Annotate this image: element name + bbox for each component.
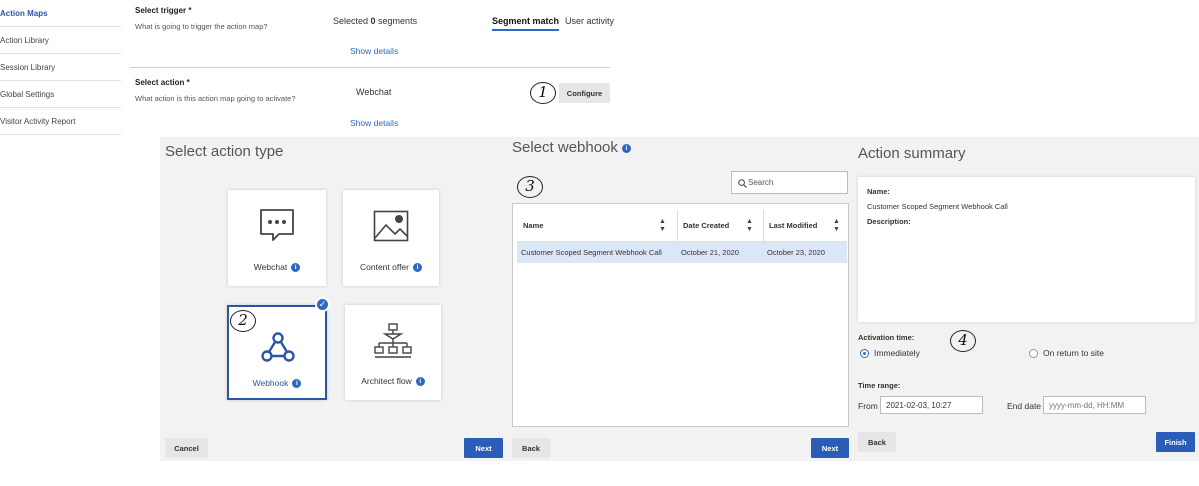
divider [130, 67, 610, 68]
cancel-button[interactable]: Cancel [165, 438, 208, 458]
summary-title: Action summary [858, 145, 966, 162]
summary-back-button[interactable]: Back [858, 432, 896, 452]
sidebar-item-global-settings[interactable]: Global Settings [0, 81, 121, 108]
webhook-table: Name ▲ ▼ Date Created ▲ ▼ Last Modified ▲ ▼… [512, 203, 849, 427]
step-marker-2: 2 [230, 310, 256, 332]
trigger-label: Select trigger * [135, 6, 192, 15]
webhook-title-text: Select webhook [512, 139, 618, 156]
activation-time-label: Activation time: [858, 333, 915, 342]
action-type-next-button[interactable]: Next [464, 438, 503, 458]
selected-prefix: Selected [333, 16, 371, 26]
architect-flow-text: Architect flow [361, 376, 412, 386]
webhook-text: Webhook [252, 378, 289, 388]
info-icon[interactable]: i [621, 143, 631, 153]
webchat-card[interactable]: Webchat i [228, 190, 326, 286]
trigger-description: What is going to trigger the action map? [135, 22, 268, 31]
action-type-title: Select action type [165, 143, 284, 160]
from-label: From [858, 401, 878, 411]
webchat-card-label: Webchat i [228, 262, 326, 273]
webhook-card-label: Webhook i [229, 378, 325, 389]
radio-on-return[interactable] [1029, 349, 1038, 358]
step-marker-3: 3 [517, 176, 543, 198]
radio-immediately-label: Immediately [874, 348, 920, 358]
sort-icon[interactable]: ▲ ▼ [746, 218, 753, 234]
selected-segments: Selected 0 segments [333, 16, 417, 26]
architect-flow-card-label: Architect flow i [345, 376, 441, 387]
column-header-name[interactable]: Name [517, 210, 677, 242]
webhook-icon [261, 332, 295, 362]
action-show-details-link[interactable]: Show details [350, 118, 398, 128]
table-header: Name ▲ ▼ Date Created ▲ ▼ Last Modified ▲ ▼ [517, 210, 847, 242]
content-offer-card-label: Content offer i [343, 262, 439, 273]
selected-check-icon: ✓ [315, 297, 330, 312]
info-icon[interactable]: i [413, 263, 422, 273]
architect-flow-card[interactable]: Architect flow i [345, 305, 441, 400]
radio-on-return-label: On return to site [1043, 348, 1104, 358]
action-label: Select action * [135, 78, 190, 87]
summary-name-label: Name: [867, 187, 890, 196]
content-offer-card[interactable]: Content offer i [343, 190, 439, 286]
trigger-show-details-link[interactable]: Show details [350, 46, 398, 56]
action-type-panel [160, 137, 509, 461]
step-marker-1: 1 [530, 82, 556, 104]
sidebar-item-session-library[interactable]: Session Library [0, 54, 121, 81]
finish-button[interactable]: Finish [1156, 432, 1195, 452]
webhook-title: Select webhook i [512, 139, 631, 156]
tab-segment-match[interactable]: Segment match [492, 16, 560, 31]
search-icon [738, 179, 747, 188]
action-description: What action is this action map going to … [135, 94, 296, 103]
summary-name-value: Customer Scoped Segment Webhook Call [867, 202, 1008, 211]
action-value: Webchat [356, 87, 392, 97]
selected-suffix: segments [375, 16, 418, 26]
row-date-created: October 21, 2020 [681, 248, 739, 257]
sort-icon[interactable]: ▲ ▼ [659, 218, 666, 234]
row-last-modified: October 23, 2020 [767, 248, 825, 257]
webhook-back-button[interactable]: Back [512, 438, 550, 458]
table-row[interactable]: Customer Scoped Segment Webhook Call Oct… [517, 242, 847, 263]
info-icon[interactable]: i [292, 379, 302, 389]
flow-icon [374, 323, 412, 358]
step-marker-4: 4 [950, 330, 976, 352]
info-icon[interactable]: i [291, 263, 301, 273]
sidebar-item-visitor-activity-report[interactable]: Visitor Activity Report [0, 108, 121, 135]
webchat-text: Webchat [253, 262, 288, 272]
summary-box: Name: Customer Scoped Segment Webhook Ca… [858, 177, 1195, 322]
from-date-input[interactable] [880, 396, 983, 414]
end-date-input[interactable] [1043, 396, 1146, 414]
search-placeholder: Search [748, 178, 774, 187]
summary-description-label: Description: [867, 217, 911, 226]
webhook-search[interactable]: Search [731, 171, 848, 194]
tab-user-activity[interactable]: User activity [565, 16, 614, 26]
sidebar-item-action-library[interactable]: Action Library [0, 27, 121, 54]
radio-immediately[interactable] [860, 349, 869, 358]
image-icon [373, 210, 409, 242]
webhook-next-button[interactable]: Next [811, 438, 849, 458]
sidebar-item-action-maps[interactable]: Action Maps [0, 0, 121, 27]
configure-button[interactable]: Configure [559, 83, 610, 103]
chat-bubble-icon [260, 209, 294, 241]
time-range-label: Time range: [858, 381, 901, 390]
content-offer-text: Content offer [360, 262, 409, 272]
row-name: Customer Scoped Segment Webhook Call [521, 248, 662, 257]
end-date-label: End date [1007, 401, 1042, 411]
info-icon[interactable]: i [415, 377, 425, 387]
sort-icon[interactable]: ▲ ▼ [833, 218, 840, 234]
